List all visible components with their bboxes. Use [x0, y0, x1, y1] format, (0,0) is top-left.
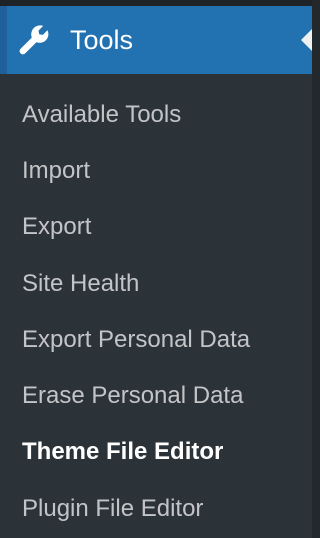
current-menu-arrow-icon [301, 29, 312, 51]
admin-sidebar-menu: Tools Available Tools Import Export Site… [0, 0, 312, 538]
wrench-icon [19, 25, 49, 55]
submenu-item-export[interactable]: Export [22, 212, 91, 242]
menu-item-tools[interactable]: Tools [0, 6, 312, 74]
submenu-item-export-personal-data[interactable]: Export Personal Data [22, 325, 250, 355]
menu-item-accent-edge [0, 6, 7, 74]
menu-title: Tools [70, 25, 134, 55]
submenu-item-available-tools[interactable]: Available Tools [22, 100, 181, 130]
submenu-item-plugin-file-editor[interactable]: Plugin File Editor [22, 494, 203, 524]
submenu-item-site-health[interactable]: Site Health [22, 269, 139, 299]
submenu: Available Tools Import Export Site Healt… [0, 74, 312, 538]
submenu-item-erase-personal-data[interactable]: Erase Personal Data [22, 381, 243, 411]
submenu-item-import[interactable]: Import [22, 156, 90, 186]
submenu-item-theme-file-editor[interactable]: Theme File Editor [22, 437, 223, 467]
